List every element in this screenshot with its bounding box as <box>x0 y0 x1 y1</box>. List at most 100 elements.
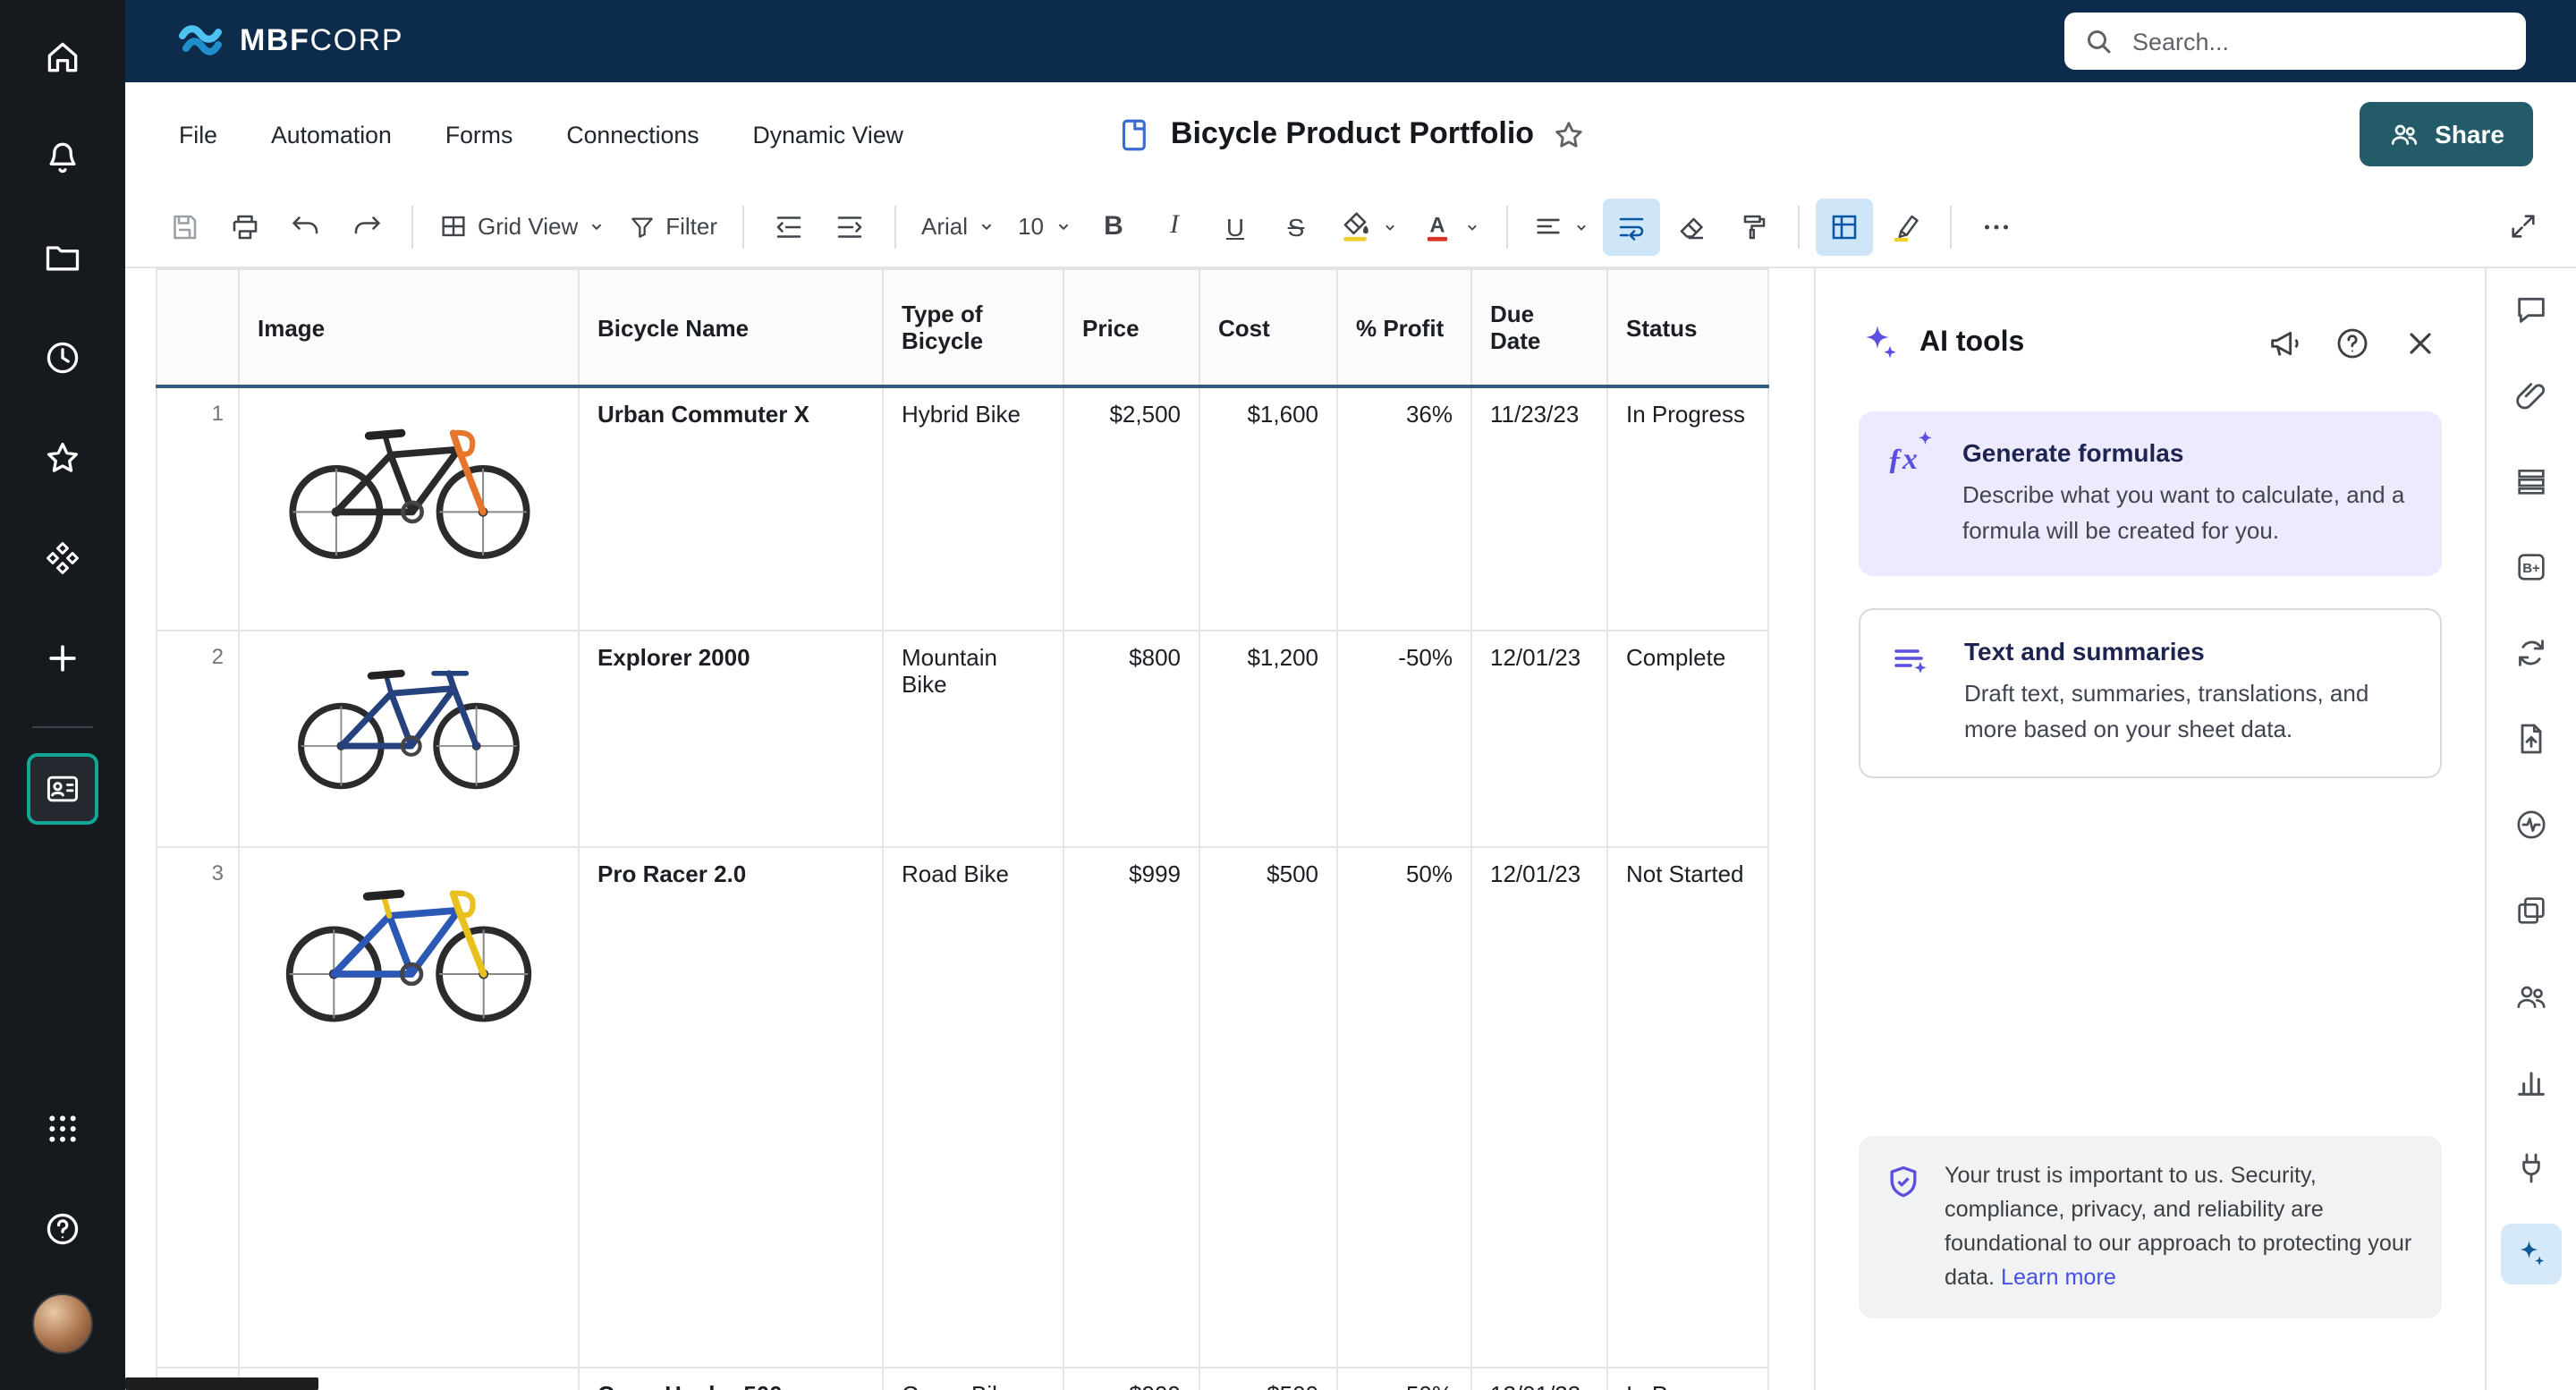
create-new-plus-icon[interactable] <box>27 623 98 694</box>
print-button[interactable] <box>216 198 274 255</box>
account-avatar[interactable] <box>32 1293 93 1354</box>
brandfolder-icon[interactable]: B+ <box>2501 537 2562 598</box>
save-button[interactable] <box>156 198 213 255</box>
menu-automation[interactable]: Automation <box>271 114 392 155</box>
row-number[interactable]: 1 <box>157 386 239 631</box>
column-header-name[interactable]: Bicycle Name <box>579 269 883 386</box>
help-icon[interactable] <box>27 1193 98 1265</box>
column-header-profit[interactable]: % Profit <box>1337 269 1471 386</box>
row-number[interactable]: 2 <box>157 631 239 847</box>
cell-profit[interactable]: 50% <box>1337 847 1471 1368</box>
bold-button[interactable]: B <box>1085 198 1142 255</box>
comments-icon[interactable] <box>2501 279 2562 340</box>
strikethrough-button[interactable]: S <box>1267 198 1325 255</box>
announcement-icon[interactable] <box>2263 322 2306 365</box>
sharing-people-icon[interactable] <box>2501 966 2562 1027</box>
cell-bicycle-name[interactable]: Explorer 2000 <box>579 631 883 847</box>
column-header-due[interactable]: Due Date <box>1471 269 1607 386</box>
column-header-cost[interactable]: Cost <box>1199 269 1337 386</box>
fill-color-button[interactable] <box>1328 198 1407 255</box>
column-header-type[interactable]: Type of Bicycle <box>883 269 1063 386</box>
cell-cost[interactable]: $1,200 <box>1199 631 1337 847</box>
cell-price[interactable]: $999 <box>1063 847 1199 1368</box>
search-input[interactable] <box>2129 26 2508 56</box>
cell-type[interactable]: Hybrid Bike <box>883 386 1063 631</box>
horizontal-scrollbar-thumb[interactable] <box>125 1377 318 1390</box>
column-header-status[interactable]: Status <box>1607 269 1768 386</box>
corner-header[interactable] <box>157 269 239 386</box>
menu-connections[interactable]: Connections <box>566 114 699 155</box>
activity-log-icon[interactable] <box>2501 794 2562 855</box>
underline-button[interactable]: U <box>1207 198 1264 255</box>
italic-button[interactable]: I <box>1146 198 1203 255</box>
ai-tools-icon[interactable] <box>2501 1224 2562 1284</box>
cell-image[interactable] <box>239 847 579 1368</box>
publish-file-icon[interactable] <box>2501 708 2562 769</box>
learn-more-link[interactable]: Learn more <box>2001 1265 2116 1290</box>
menu-file[interactable]: File <box>179 114 217 155</box>
recents-clock-icon[interactable] <box>27 322 98 394</box>
view-selector[interactable]: Grid View <box>429 198 615 255</box>
indent-button[interactable] <box>821 198 878 255</box>
text-color-button[interactable]: A <box>1411 198 1489 255</box>
outdent-button[interactable] <box>760 198 818 255</box>
app-launcher-icon[interactable] <box>27 1093 98 1165</box>
column-header-image[interactable]: Image <box>239 269 579 386</box>
cell-status[interactable]: Complete <box>1607 631 1768 847</box>
expand-button[interactable] <box>2494 198 2551 255</box>
cell-due-date[interactable]: 12/01/23 <box>1471 847 1607 1368</box>
cell-profit[interactable]: -50% <box>1337 631 1471 847</box>
cell-image[interactable] <box>239 631 579 847</box>
update-requests-icon[interactable] <box>2501 623 2562 683</box>
cell-bicycle-name[interactable]: Urban Commuter X <box>579 386 883 631</box>
format-painter-button[interactable] <box>1724 198 1781 255</box>
generate-formulas-card[interactable]: ƒx✦ Generate formulas Describe what you … <box>1859 411 2442 577</box>
attachments-icon[interactable] <box>2501 365 2562 426</box>
connections-plug-icon[interactable] <box>2501 1138 2562 1199</box>
cell-image[interactable] <box>239 386 579 631</box>
font-size-selector[interactable]: 10 <box>1009 198 1081 255</box>
text-summaries-card[interactable]: Text and summaries Draft text, summaries… <box>1859 609 2442 778</box>
insights-chart-icon[interactable] <box>2501 1052 2562 1113</box>
cell-type[interactable]: Mountain Bike <box>883 631 1063 847</box>
cell-bicycle-name[interactable]: Pro Racer 2.0 <box>579 847 883 1368</box>
cell-status[interactable]: Not Started <box>1607 847 1768 1368</box>
redo-button[interactable] <box>338 198 395 255</box>
global-search[interactable] <box>2064 13 2526 70</box>
workspace-selected-icon[interactable] <box>27 753 98 825</box>
horizontal-scrollbar-track[interactable] <box>125 1377 1814 1390</box>
cell-profit[interactable]: 36% <box>1337 386 1471 631</box>
cell-type[interactable]: Road Bike <box>883 847 1063 1368</box>
undo-button[interactable] <box>277 198 335 255</box>
eraser-button[interactable] <box>1663 198 1720 255</box>
wrap-text-button[interactable] <box>1602 198 1659 255</box>
cell-due-date[interactable]: 12/01/23 <box>1471 631 1607 847</box>
notifications-bell-icon[interactable] <box>27 122 98 193</box>
menu-dynamic-view[interactable]: Dynamic View <box>753 114 903 155</box>
row-number[interactable]: 3 <box>157 847 239 1368</box>
cell-status[interactable]: In Progress <box>1607 386 1768 631</box>
more-options-button[interactable] <box>1967 198 2024 255</box>
cell-cost[interactable]: $1,600 <box>1199 386 1337 631</box>
copy-sheet-icon[interactable] <box>2501 880 2562 941</box>
favorites-star-icon[interactable] <box>27 422 98 494</box>
cell-price[interactable]: $2,500 <box>1063 386 1199 631</box>
brand-logo[interactable]: MBFCORP <box>179 21 403 61</box>
share-button[interactable]: Share <box>2360 102 2533 166</box>
home-icon[interactable] <box>27 21 98 93</box>
filter-button[interactable]: Filter <box>619 198 726 255</box>
menu-forms[interactable]: Forms <box>445 114 513 155</box>
cell-format-button[interactable] <box>1815 198 1872 255</box>
font-family-selector[interactable]: Arial <box>912 198 1005 255</box>
align-button[interactable] <box>1523 198 1598 255</box>
solutions-icon[interactable] <box>27 522 98 594</box>
cell-due-date[interactable]: 11/23/23 <box>1471 386 1607 631</box>
close-icon[interactable] <box>2399 322 2442 365</box>
browse-folder-icon[interactable] <box>27 222 98 293</box>
column-header-price[interactable]: Price <box>1063 269 1199 386</box>
cell-price[interactable]: $800 <box>1063 631 1199 847</box>
cell-cost[interactable]: $500 <box>1199 847 1337 1368</box>
favorite-star-icon[interactable] <box>1552 117 1586 151</box>
highlight-button[interactable] <box>1876 198 1933 255</box>
row-layers-icon[interactable] <box>2501 451 2562 512</box>
